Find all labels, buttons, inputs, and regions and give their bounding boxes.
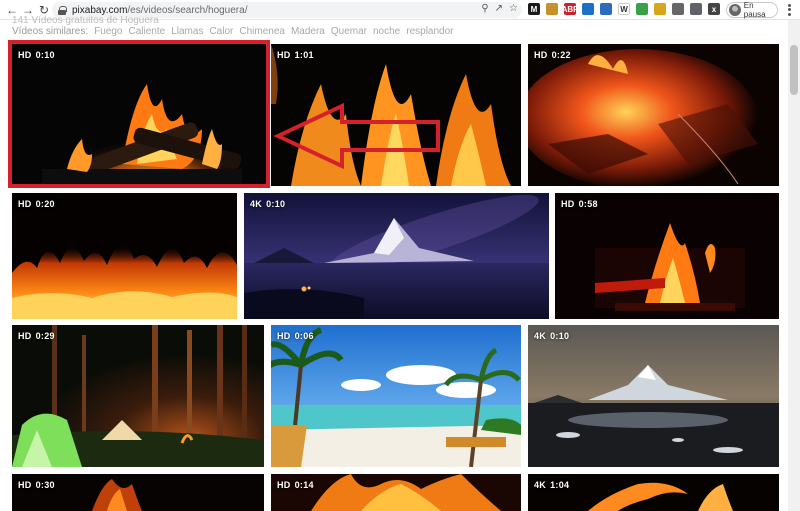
fireplace-image <box>595 223 745 311</box>
quality-label: HD <box>18 480 32 490</box>
duration-label: 1:01 <box>294 50 314 60</box>
quality-label: HD <box>18 199 32 209</box>
video-badge: HD 0:30 <box>18 480 55 490</box>
video-thumbnail-flames-curve[interactable]: 4K 1:04 <box>528 474 779 511</box>
video-thumbnail-flames-orange[interactable]: HD 0:14 <box>271 474 521 511</box>
beach-image <box>271 325 521 467</box>
video-badge: 4K 0:10 <box>250 199 285 209</box>
quality-label: HD <box>277 331 291 341</box>
duration-label: 0:58 <box>578 199 598 209</box>
video-thumbnail-camp-forest[interactable]: HD 0:29 <box>12 325 264 467</box>
quality-label: HD <box>277 480 291 490</box>
duration-label: 0:14 <box>294 480 314 490</box>
duration-label: 0:20 <box>35 199 55 209</box>
duration-label: 0:10 <box>35 50 55 60</box>
duration-label: 0:30 <box>35 480 55 490</box>
video-thumbnail-campfire-logs[interactable]: HD 0:10 <box>12 44 266 184</box>
campfire-logs-image <box>42 84 252 184</box>
video-thumbnail-fireplace[interactable]: HD 0:58 <box>555 193 779 319</box>
quality-label: 4K <box>250 199 263 209</box>
duration-label: 0:29 <box>35 331 55 341</box>
duration-label: 0:06 <box>294 331 314 341</box>
duration-label: 0:10 <box>550 331 570 341</box>
duration-label: 0:10 <box>266 199 286 209</box>
camp-forest-image <box>12 325 264 467</box>
video-badge: HD 0:14 <box>277 480 314 490</box>
video-thumbnail-fire-dark[interactable]: HD 0:30 <box>12 474 264 511</box>
video-badge: HD 1:01 <box>277 50 314 60</box>
quality-label: 4K <box>534 480 547 490</box>
quality-label: HD <box>18 331 32 341</box>
page-scrollbar-thumb[interactable] <box>790 45 798 95</box>
video-thumbnail-snow-mountain[interactable]: 4K 0:10 <box>528 325 779 467</box>
quality-label: 4K <box>534 331 547 341</box>
snow-mountain-image <box>528 325 779 467</box>
duration-label: 1:04 <box>550 480 570 490</box>
video-badge: HD 0:06 <box>277 331 314 341</box>
video-thumbnail-embers[interactable]: HD 0:22 <box>528 44 779 186</box>
pointer-arrow-icon <box>273 102 440 170</box>
night-mountain-image <box>244 193 549 319</box>
duration-label: 0:22 <box>551 50 571 60</box>
video-grid: HD 0:10 HD 1:01 HD 0:22 HD 0:20 4K 0:10 … <box>0 0 800 511</box>
video-badge: HD 0:29 <box>18 331 55 341</box>
video-badge: 4K 1:04 <box>534 480 569 490</box>
fire-wall-image <box>12 244 237 319</box>
video-badge: HD 0:20 <box>18 199 55 209</box>
video-badge: 4K 0:10 <box>534 331 569 341</box>
video-thumbnail-night-mountain[interactable]: 4K 0:10 <box>244 193 549 319</box>
quality-label: HD <box>18 50 32 60</box>
video-thumbnail-beach[interactable]: HD 0:06 <box>271 325 521 467</box>
video-badge: HD 0:10 <box>18 50 55 60</box>
quality-label: HD <box>561 199 575 209</box>
quality-label: HD <box>277 50 291 60</box>
embers-image <box>528 49 758 186</box>
video-badge: HD 0:58 <box>561 199 598 209</box>
video-badge: HD 0:22 <box>534 50 571 60</box>
video-thumbnail-fire-wall[interactable]: HD 0:20 <box>12 193 237 319</box>
quality-label: HD <box>534 50 548 60</box>
